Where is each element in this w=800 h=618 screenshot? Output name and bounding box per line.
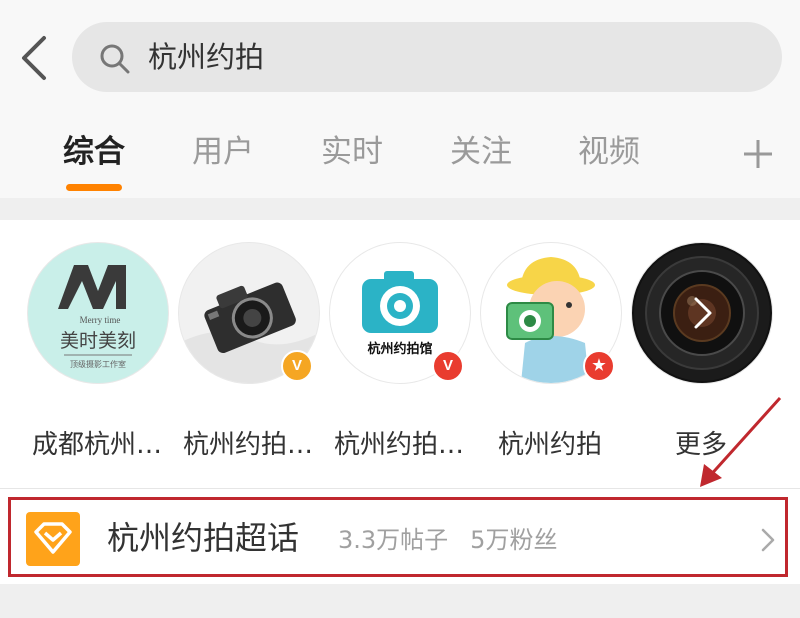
merry-time-logo: Merry time 美时美刻 顶级摄影工作室 — [58, 265, 136, 369]
tab-comprehensive[interactable]: 综合 — [63, 132, 125, 172]
verified-badge: V — [432, 350, 464, 382]
star-badge: ★ — [583, 350, 615, 382]
verified-badge: V — [281, 350, 313, 382]
section-gap — [0, 584, 800, 618]
avatar-text: 杭州约拍馆 — [367, 341, 432, 357]
user-results: Merry time 美时美刻 顶级摄影工作室 成都杭州… V 杭州约拍… 杭州… — [0, 220, 800, 488]
highlight-box — [8, 497, 788, 577]
user-card[interactable]: 杭州约拍馆 V 杭州约拍… — [324, 242, 474, 462]
avatar — [631, 242, 773, 384]
user-card[interactable]: ★ 杭州约拍 — [475, 242, 625, 462]
active-tab-indicator — [66, 184, 122, 191]
super-topic-row[interactable]: 杭州约拍超话 3.3万帖子 5万粉丝 — [0, 489, 800, 584]
user-name: 杭州约拍… — [182, 430, 313, 460]
result-tabs: 综合 用户 实时 关注 视频 — [0, 106, 800, 198]
search-header: 杭州约拍 — [0, 0, 800, 107]
user-name: 成都杭州… — [31, 430, 162, 460]
tab-following[interactable]: 关注 — [450, 132, 512, 172]
search-input[interactable]: 杭州约拍 — [72, 22, 782, 92]
more-label: 更多 — [674, 430, 727, 460]
tab-users[interactable]: 用户 — [192, 132, 254, 172]
avatar-title: 美时美刻 — [60, 330, 136, 352]
back-arrow-icon — [22, 36, 46, 80]
avatar-sub: Merry time — [80, 315, 121, 325]
avatar-tagline: 顶级摄影工作室 — [70, 359, 126, 369]
more-users[interactable]: 更多 — [626, 242, 776, 462]
tab-realtime[interactable]: 实时 — [321, 132, 383, 172]
plus-icon[interactable] — [742, 138, 774, 170]
user-name: 杭州约拍 — [497, 430, 602, 460]
tab-video[interactable]: 视频 — [578, 132, 640, 172]
user-card[interactable]: V 杭州约拍… — [173, 242, 323, 462]
search-icon — [100, 44, 130, 74]
section-gap — [0, 198, 800, 220]
user-card[interactable]: Merry time 美时美刻 顶级摄影工作室 成都杭州… — [22, 242, 172, 462]
avatar: Merry time 美时美刻 顶级摄影工作室 — [27, 242, 169, 384]
search-query: 杭州约拍 — [148, 40, 265, 74]
back-button[interactable] — [16, 32, 56, 84]
user-name: 杭州约拍… — [333, 430, 464, 460]
lens-image — [634, 245, 770, 381]
